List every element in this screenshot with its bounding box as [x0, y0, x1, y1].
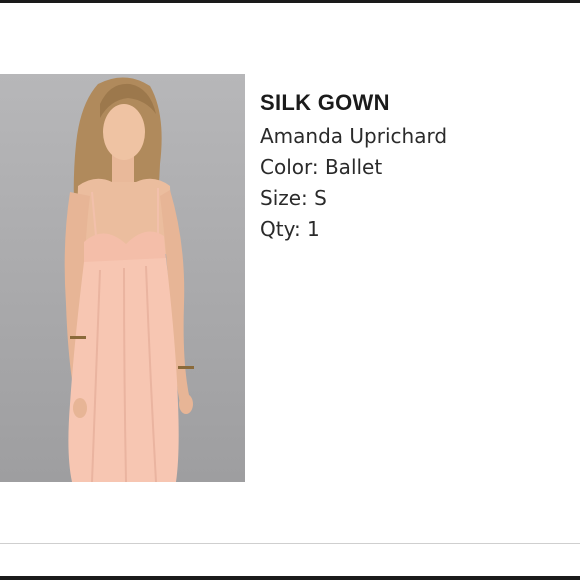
product-size: Size: S	[260, 186, 327, 210]
bottom-frame-border	[0, 576, 580, 580]
product-title: SILK GOWN	[260, 90, 390, 115]
product-brand: Amanda Uprichard	[260, 124, 448, 148]
top-frame-border	[0, 0, 580, 3]
product-quantity: Qty: 1	[260, 217, 320, 241]
bottom-divider	[0, 543, 580, 544]
product-photo	[0, 74, 245, 482]
product-details: SILK GOWN Amanda Uprichard Color: Ballet…	[260, 88, 570, 245]
model-face	[103, 104, 145, 160]
product-color: Color: Ballet	[260, 155, 383, 179]
